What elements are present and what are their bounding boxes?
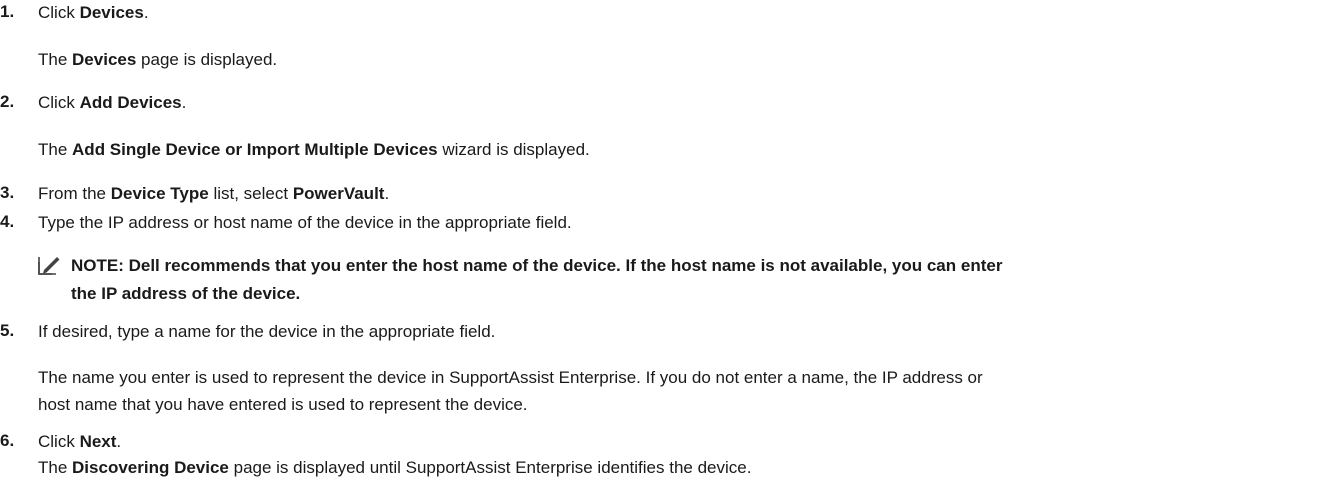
text-run: Click — [38, 432, 80, 451]
step-3-action: From the Device Type list, select PowerV… — [38, 183, 389, 205]
step-4-action: Type the IP address or host name of the … — [38, 212, 572, 234]
text-run: The — [38, 140, 73, 159]
step-5-result-line-1: The name you enter is used to represent … — [38, 368, 983, 387]
text-run: . — [143, 3, 149, 22]
step-1-action: Click Devices. — [38, 2, 149, 24]
step-5-action: If desired, type a name for the device i… — [38, 321, 495, 343]
text-run: From the — [38, 184, 111, 203]
note-line-2: the IP address of the device. — [71, 284, 301, 303]
step-2-result: The Add Single Device or Import Multiple… — [38, 139, 590, 161]
text-run: page is displayed. — [136, 50, 278, 69]
bold-ui-term: Next — [79, 432, 117, 451]
text-run: The — [38, 50, 73, 69]
note-line-1: NOTE: Dell recommends that you enter the… — [71, 256, 1003, 275]
text-run: wizard is displayed. — [437, 140, 590, 159]
text-run: Click — [38, 93, 80, 112]
step-number: 1. — [0, 2, 15, 21]
text-run: page is displayed until SupportAssist En… — [228, 458, 752, 477]
bold-ui-term: Add Single Device or Import Multiple Dev… — [72, 140, 438, 159]
step-number: 4. — [0, 212, 15, 231]
text-run: . — [116, 432, 122, 451]
bold-ui-term: Devices — [72, 50, 137, 69]
bold-ui-term: PowerVault — [292, 184, 385, 203]
pencil-note-icon — [38, 254, 60, 276]
note-text: NOTE: Dell recommends that you enter the… — [71, 252, 1331, 308]
bold-ui-term: Discovering Device — [72, 458, 229, 477]
step-5-result-line-2: host name that you have entered is used … — [38, 395, 528, 414]
note-callout: NOTE: Dell recommends that you enter the… — [38, 252, 1328, 312]
text-run: . — [181, 93, 187, 112]
text-run: Type the IP address or host name of the … — [38, 213, 572, 232]
text-run: Click — [38, 3, 80, 22]
step-number: 6. — [0, 431, 15, 450]
bold-ui-term: Devices — [79, 3, 144, 22]
text-run: The — [38, 458, 73, 477]
step-2-action: Click Add Devices. — [38, 92, 186, 114]
step-6-action: Click Next. — [38, 431, 121, 453]
bold-ui-term: Add Devices — [79, 93, 182, 112]
text-run: . — [384, 184, 390, 203]
step-6-result: The Discovering Device page is displayed… — [38, 457, 751, 479]
step-number: 3. — [0, 183, 15, 202]
step-number: 5. — [0, 321, 15, 340]
bold-ui-term: Device Type — [110, 184, 209, 203]
text-run: If desired, type a name for the device i… — [38, 322, 496, 341]
text-run: list, select — [208, 184, 293, 203]
step-number: 2. — [0, 92, 15, 111]
step-1-result: The Devices page is displayed. — [38, 49, 277, 71]
